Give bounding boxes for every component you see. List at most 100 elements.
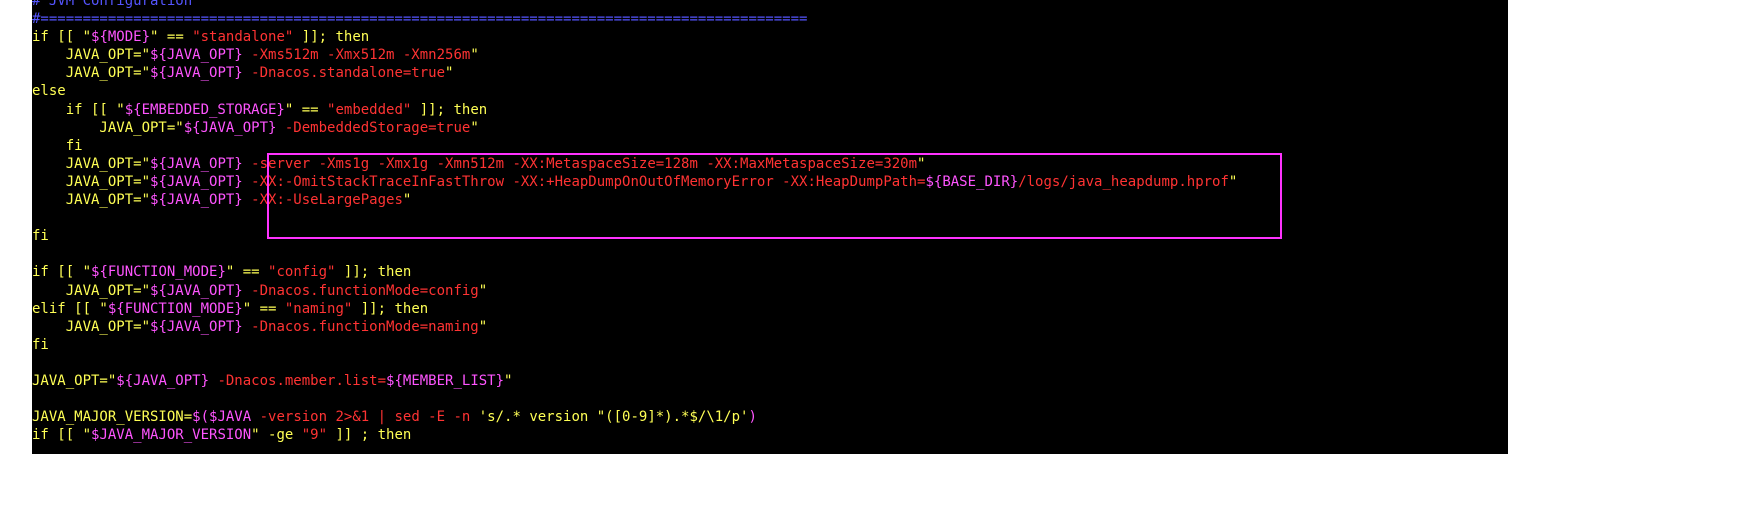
code-token-variable: ${JAVA_OPT} [150, 282, 243, 299]
code-token-keyword: " [470, 47, 479, 64]
code-line: if [[ "${FUNCTION_MODE}" == "config" ]];… [32, 263, 1237, 281]
code-token-keyword: " [504, 372, 513, 389]
code-token-variable: ${JAVA_OPT} [150, 65, 243, 82]
code-token-comment: # JVM Configuration [32, 0, 193, 9]
code-token-variable: ${JAVA_OPT} [150, 192, 243, 209]
code-token-keyword: fi [32, 336, 49, 353]
code-token-keyword: JAVA_OPT=" [32, 372, 117, 389]
code-token-string: -server -Xms1g -Xmx1g -Xmn512m -XX:Metas… [242, 155, 918, 172]
code-line: if [[ "${MODE}" == "standalone" ]]; then [32, 28, 1237, 46]
code-token-string: -Dnacos.functionMode=naming [242, 318, 479, 335]
code-token-keyword: elif [[ " [32, 300, 108, 317]
code-token-variable: ) [748, 409, 757, 426]
code-token-keyword: " == [225, 264, 269, 281]
code-token-variable: ${FUNCTION_MODE} [91, 264, 226, 281]
code-line: fi [32, 336, 1237, 354]
code-token-keyword: fi [32, 137, 83, 154]
code-line: JAVA_OPT="${JAVA_OPT} -XX:-UseLargePages… [32, 191, 1237, 209]
code-token-variable: ${MODE} [91, 29, 151, 46]
code-line: else [32, 82, 1237, 100]
code-token-keyword: JAVA_OPT=" [32, 282, 151, 299]
code-token-variable: ${BASE_DIR} [925, 173, 1019, 190]
code-token-keyword: " [917, 155, 926, 172]
code-line: JAVA_OPT="${JAVA_OPT} -Dnacos.standalone… [32, 64, 1237, 82]
code-line: JAVA_OPT="${JAVA_OPT} -Dnacos.functionMo… [32, 282, 1237, 300]
code-token-keyword: fi [32, 228, 49, 245]
code-token-variable: ${JAVA_OPT} [150, 173, 243, 190]
code-token-keyword: " [470, 119, 479, 136]
code-line: JAVA_OPT="${JAVA_OPT} -DembeddedStorage=… [32, 119, 1237, 137]
code-line: JAVA_OPT="${JAVA_OPT} -server -Xms1g -Xm… [32, 155, 1237, 173]
code-line: fi [32, 227, 1237, 245]
code-text-area[interactable]: # JVM Configuration #====================… [32, 0, 1237, 444]
code-token-string: "9" [301, 427, 328, 444]
code-token-variable: ${EMBEDDED_STORAGE} [124, 101, 285, 118]
code-token-keyword: JAVA_OPT=" [32, 47, 151, 64]
code-token-string: /logs/java_heapdump.hprof [1018, 173, 1229, 190]
code-line: JAVA_OPT="${JAVA_OPT} -Xms512m -Xmx512m … [32, 46, 1237, 64]
code-token-keyword: JAVA_MAJOR_VERSION= [32, 409, 193, 426]
code-token-variable: ${JAVA_OPT} [116, 372, 210, 389]
code-token-keyword: JAVA_OPT=" [32, 119, 184, 136]
code-token-keyword: ]] ; then [327, 427, 412, 444]
code-line: # JVM Configuration [32, 0, 1237, 10]
code-token-keyword: ]]; then [335, 264, 412, 281]
code-token-keyword: " [445, 65, 454, 82]
code-token-string: "standalone" [192, 29, 294, 46]
code-token-variable: ${JAVA_OPT} [150, 155, 243, 172]
code-token-variable: $($JAVA [192, 409, 252, 426]
code-line: fi [32, 137, 1237, 155]
code-line: JAVA_OPT="${JAVA_OPT} -Dnacos.member.lis… [32, 372, 1237, 390]
code-token-keyword: if [[ " [32, 427, 92, 444]
code-token-string: "config" [268, 264, 336, 281]
code-token-keyword: ]]; then [352, 300, 429, 317]
code-token-string: -Xms512m -Xmx512m -Xmn256m [242, 47, 471, 64]
code-token-keyword: " == [284, 101, 328, 118]
code-line: elif [[ "${FUNCTION_MODE}" == "naming" ]… [32, 300, 1237, 318]
code-token-keyword: if [[ " [32, 29, 92, 46]
code-token-string: "naming" [284, 300, 353, 317]
code-token-string: "embedded" [327, 101, 412, 118]
code-token-keyword: if [[ " [32, 101, 125, 118]
code-token-string: -DembeddedStorage=true [276, 119, 471, 136]
code-token-variable: ${MEMBER_LIST} [386, 372, 505, 389]
code-token-keyword: " [1228, 173, 1238, 190]
code-token-keyword: JAVA_OPT=" [32, 65, 151, 82]
code-token-keyword: else [32, 83, 66, 100]
code-token-keyword: " [478, 318, 488, 335]
code-token-variable: ${JAVA_OPT} [183, 119, 277, 136]
code-token-string: -XX:-UseLargePages [242, 192, 403, 209]
code-token-variable: $JAVA_MAJOR_VERSION [91, 427, 252, 444]
code-token-keyword: JAVA_OPT=" [32, 173, 151, 190]
code-token-keyword: 's/.* version "([0-9]*).*$/\1/p' [478, 409, 749, 426]
code-token-keyword: " == [242, 300, 285, 317]
code-token-keyword: ]]; then [411, 101, 488, 118]
code-token-keyword: JAVA_OPT=" [32, 155, 151, 172]
code-token-keyword: JAVA_OPT=" [32, 318, 151, 335]
code-token-keyword: " -ge [251, 427, 302, 444]
code-line: JAVA_MAJOR_VERSION=$($JAVA -version 2>&1… [32, 408, 1237, 426]
code-token-keyword: JAVA_OPT=" [32, 192, 151, 209]
code-line: JAVA_OPT="${JAVA_OPT} -Dnacos.functionMo… [32, 318, 1237, 336]
code-token-string: -version 2>&1 | sed -E -n [251, 409, 479, 426]
code-token-string: -XX:-OmitStackTraceInFastThrow -XX:+Heap… [242, 173, 926, 190]
code-token-keyword: ]]; then [293, 29, 370, 46]
code-token-comment: #=======================================… [32, 11, 808, 28]
code-token-keyword: " == [150, 29, 193, 46]
code-token-string: -Dnacos.standalone=true [242, 65, 446, 82]
code-token-keyword: if [[ " [32, 264, 92, 281]
code-token-variable: ${JAVA_OPT} [150, 47, 243, 64]
code-token-keyword: " [402, 192, 412, 209]
code-token-string: -Dnacos.member.list= [209, 372, 387, 389]
code-token-variable: ${FUNCTION_MODE} [107, 300, 243, 317]
code-line: if [[ "${EMBEDDED_STORAGE}" == "embedded… [32, 101, 1237, 119]
terminal-window[interactable]: # JVM Configuration #====================… [32, 0, 1508, 454]
code-line: #=======================================… [32, 10, 1237, 28]
code-token-string: -Dnacos.functionMode=config [242, 282, 479, 299]
code-token-keyword: " [478, 282, 488, 299]
code-token-variable: ${JAVA_OPT} [150, 318, 243, 335]
code-line: if [[ "$JAVA_MAJOR_VERSION" -ge "9" ]] ;… [32, 426, 1237, 444]
